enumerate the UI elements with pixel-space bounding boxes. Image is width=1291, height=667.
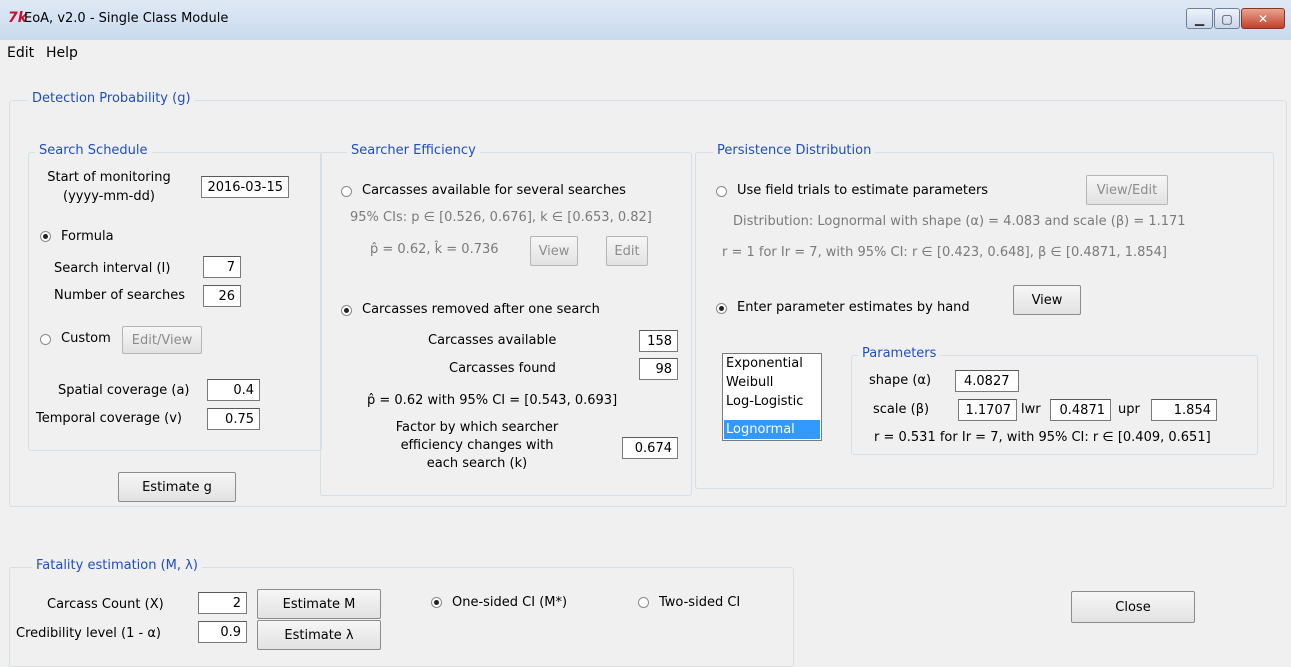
searcher-ci-text: 95% CIs: p ∈ [0.526, 0.676], k ∈ [0.653,… — [350, 210, 652, 225]
carcasses-available-input[interactable]: 158 — [639, 330, 678, 352]
credibility-input[interactable]: 0.9 — [198, 621, 247, 643]
two-sided-ci-label: Two-sided CI — [659, 595, 741, 610]
date-format-label: (yyyy-mm-dd) — [63, 189, 155, 204]
carcasses-available-label: Carcasses available — [428, 333, 557, 348]
one-sided-ci-label: One-sided CI (M*) — [452, 595, 568, 610]
estimate-m-button[interactable]: Estimate M — [257, 589, 381, 619]
several-searches-radio[interactable] — [341, 186, 352, 197]
menu-bar — [0, 40, 1291, 66]
custom-radio[interactable] — [40, 334, 51, 345]
searcher-estimate-text: p̂ = 0.62, k̂ = 0.736 — [370, 242, 499, 257]
fatality-legend: Fatality estimation (M, λ) — [32, 558, 202, 573]
upr-label: upr — [1118, 402, 1140, 417]
scale-input[interactable]: 1.1707 — [958, 399, 1017, 421]
temporal-coverage-input[interactable]: 0.75 — [207, 408, 260, 430]
estimate-g-button[interactable]: Estimate g — [118, 472, 236, 502]
shape-input[interactable]: 4.0827 — [955, 370, 1019, 392]
search-schedule-legend: Search Schedule — [35, 143, 152, 158]
estimate-lambda-button[interactable]: Estimate λ — [257, 620, 381, 650]
hand-r-text: r = 0.531 for Ir = 7, with 95% CI: r ∈ [… — [874, 430, 1211, 445]
upr-input[interactable]: 1.854 — [1151, 399, 1217, 421]
formula-radio[interactable] — [40, 231, 51, 242]
one-sided-ci-radio[interactable] — [431, 597, 442, 608]
carcasses-found-input[interactable]: 98 — [639, 358, 678, 380]
by-hand-radio[interactable] — [716, 303, 727, 314]
view-edit-button[interactable]: View/Edit — [1086, 175, 1168, 205]
carcass-count-input[interactable]: 2 — [198, 592, 247, 614]
removed-after-one-label: Carcasses removed after one search — [362, 302, 600, 317]
factor-label-line2: efficiency changes with — [400, 438, 554, 453]
close-button[interactable]: Close — [1071, 591, 1195, 623]
removed-after-one-radio[interactable] — [341, 305, 352, 316]
window-title: EoA, v2.0 - Single Class Module — [24, 11, 229, 26]
scale-label: scale (β) — [873, 402, 930, 417]
two-sided-ci-radio[interactable] — [638, 597, 649, 608]
distribution-text: Distribution: Lognormal with shape (α) =… — [733, 214, 1186, 229]
searcher-efficiency-legend: Searcher Efficiency — [347, 143, 480, 158]
window-close-icon[interactable]: ✕ — [1241, 8, 1285, 29]
lwr-label: lwr — [1021, 402, 1041, 417]
field-trials-label: Use field trials to estimate parameters — [737, 183, 989, 198]
carcass-count-label: Carcass Count (X) — [47, 597, 164, 612]
p-ci-text: p̂ = 0.62 with 95% CI = [0.543, 0.693] — [367, 393, 618, 408]
custom-label: Custom — [61, 331, 111, 346]
factor-label-line1: Factor by which searcher — [395, 420, 559, 435]
start-monitoring-label: Start of monitoring — [47, 170, 171, 185]
factor-label-line3: each search (k) — [426, 456, 528, 471]
list-item-selected[interactable]: Lognormal — [724, 420, 820, 439]
lwr-input[interactable]: 0.4871 — [1050, 399, 1111, 421]
fatality-group — [9, 567, 794, 667]
menu-edit[interactable]: Edit — [7, 45, 34, 61]
formula-label: Formula — [61, 229, 114, 244]
searcher-view-button[interactable]: View — [530, 236, 578, 266]
parameters-legend: Parameters — [858, 346, 941, 361]
list-item[interactable]: Weibull — [724, 373, 820, 392]
detection-legend: Detection Probability (g) — [28, 91, 195, 106]
carcasses-found-label: Carcasses found — [449, 361, 556, 376]
factor-k-input[interactable]: 0.674 — [622, 437, 678, 459]
persistence-legend: Persistence Distribution — [713, 143, 876, 158]
by-hand-label: Enter parameter estimates by hand — [737, 300, 970, 315]
list-item[interactable]: Log-Logistic — [724, 392, 820, 411]
edit-view-button[interactable]: Edit/View — [122, 326, 202, 354]
list-item[interactable]: Exponential — [724, 354, 820, 373]
persistence-view-button[interactable]: View — [1013, 285, 1081, 315]
distribution-listbox[interactable]: Exponential Weibull Log-Logistic Lognorm… — [722, 353, 822, 441]
maximize-icon[interactable]: ▢ — [1214, 8, 1240, 29]
spatial-coverage-label: Spatial coverage (a) — [58, 383, 190, 398]
menu-help[interactable]: Help — [46, 45, 78, 61]
minimize-icon[interactable]: ▁ — [1186, 8, 1213, 29]
num-searches-input[interactable]: 26 — [203, 285, 241, 307]
field-trials-radio[interactable] — [716, 186, 727, 197]
start-date-input[interactable]: 2016-03-15 — [201, 176, 289, 198]
spatial-coverage-input[interactable]: 0.4 — [207, 379, 260, 401]
temporal-coverage-label: Temporal coverage (v) — [36, 411, 182, 426]
credibility-label: Credibility level (1 - α) — [16, 626, 161, 641]
several-searches-label: Carcasses available for several searches — [362, 183, 626, 198]
search-interval-input[interactable]: 7 — [203, 256, 241, 278]
search-interval-label: Search interval (I) — [54, 261, 171, 276]
num-searches-label: Number of searches — [54, 288, 185, 303]
searcher-edit-button[interactable]: Edit — [606, 236, 648, 266]
field-r-text: r = 1 for Ir = 7, with 95% CI: r ∈ [0.42… — [722, 245, 1167, 260]
shape-label: shape (α) — [869, 373, 932, 388]
